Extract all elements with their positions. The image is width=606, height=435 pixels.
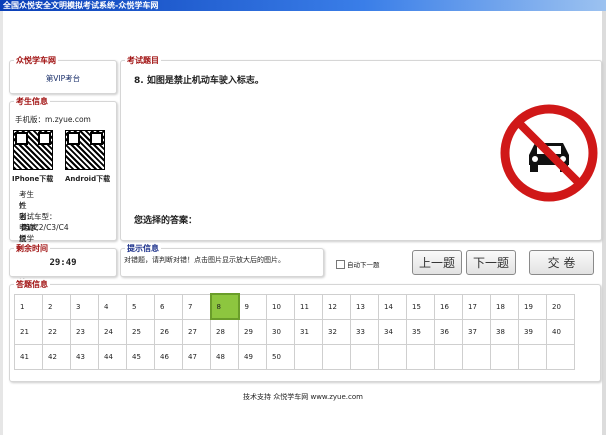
question-cell-41[interactable]: 41 [14, 343, 43, 370]
tips-legend: 提示信息 [125, 243, 161, 254]
question-cell-34[interactable]: 34 [378, 318, 407, 345]
question-cell-7[interactable]: 7 [182, 293, 211, 320]
question-cell-5[interactable]: 5 [126, 293, 155, 320]
site-legend: 众悦学车网 [14, 55, 58, 66]
question-cell-50[interactable]: 50 [266, 343, 295, 370]
android-qr-code[interactable] [65, 130, 105, 170]
window-title: 全国众悦安全文明模拟考试系统-众悦学车网 [3, 1, 159, 10]
question-cell-29[interactable]: 29 [238, 318, 267, 345]
iphone-download-label: IPhone下载 [12, 175, 54, 183]
answer-label: 您选择的答案： [134, 216, 198, 226]
next-question-button[interactable]: 下一题 [466, 250, 516, 275]
question-cell-28[interactable]: 28 [210, 318, 239, 345]
question-cell-3[interactable]: 3 [70, 293, 99, 320]
question-cell-38[interactable]: 38 [490, 318, 519, 345]
question-cell-30[interactable]: 30 [266, 318, 295, 345]
question-cell-42[interactable]: 42 [42, 343, 71, 370]
question-cell-22[interactable]: 22 [42, 318, 71, 345]
timer-legend: 剩余时间 [14, 243, 50, 254]
site-box: 众悦学车网 第VIP考台 [9, 55, 117, 94]
student-info-box: 考生信息 手机版：m.zyue.com IPhone下载 Android下载 考… [9, 96, 117, 287]
question-cell-27[interactable]: 27 [182, 318, 211, 345]
answers-legend: 答题信息 [14, 279, 50, 290]
empty-cell [434, 343, 463, 370]
question-cell-26[interactable]: 26 [154, 318, 183, 345]
empty-cell [322, 343, 351, 370]
seat-label: 第VIP考台 [45, 74, 81, 83]
question-cell-33[interactable]: 33 [350, 318, 379, 345]
answer-row: 1 2 3 4 5 6 7 8 9 10 11 12 13 14 15 16 17 18 19 20 [14, 293, 575, 320]
question-cell-36[interactable]: 36 [434, 318, 463, 345]
question-cell-6[interactable]: 6 [154, 293, 183, 320]
question-box: 考试题目 8. 如图是禁止机动车驶入标志。 您选择的答案： [120, 55, 602, 241]
answer-row: 41 42 43 44 45 46 47 48 49 50 [14, 343, 575, 370]
empty-cell [546, 343, 575, 370]
question-cell-4[interactable]: 4 [98, 293, 127, 320]
question-cell-9[interactable]: 9 [238, 293, 267, 320]
prev-question-button[interactable]: 上一题 [412, 250, 462, 275]
mobile-site: 手机版：m.zyue.com [15, 115, 91, 124]
iphone-qr-code[interactable] [13, 130, 53, 170]
question-cell-16[interactable]: 16 [434, 293, 463, 320]
question-cell-14[interactable]: 14 [378, 293, 407, 320]
question-cell-37[interactable]: 37 [462, 318, 491, 345]
question-cell-40[interactable]: 40 [546, 318, 575, 345]
question-cell-2[interactable]: 2 [42, 293, 71, 320]
question-cell-18[interactable]: 18 [490, 293, 519, 320]
remaining-time: 29:49 [49, 258, 77, 268]
question-cell-39[interactable]: 39 [518, 318, 547, 345]
window-border-left [0, 11, 3, 435]
question-cell-19[interactable]: 19 [518, 293, 547, 320]
question-cell-21[interactable]: 21 [14, 318, 43, 345]
no-motor-vehicles-sign-icon[interactable] [499, 103, 599, 203]
empty-cell [378, 343, 407, 370]
answer-row: 21 22 23 24 25 26 27 28 29 30 31 32 33 34 35 36 37 38 39 40 [14, 318, 575, 345]
footer-text: 技术支持 众悦学车网 www.zyue.com [243, 393, 363, 401]
question-cell-49[interactable]: 49 [238, 343, 267, 370]
question-cell-43[interactable]: 43 [70, 343, 99, 370]
question-cell-25[interactable]: 25 [126, 318, 155, 345]
question-cell-35[interactable]: 35 [406, 318, 435, 345]
empty-cell [406, 343, 435, 370]
timer-box: 剩余时间 29:49 [9, 243, 117, 277]
question-cell-17[interactable]: 17 [462, 293, 491, 320]
question-cell-13[interactable]: 13 [350, 293, 379, 320]
question-cell-20[interactable]: 20 [546, 293, 575, 320]
submit-exam-button[interactable]: 交 卷 [529, 250, 594, 275]
checkbox-box[interactable] [336, 259, 345, 269]
question-cell-8[interactable]: 8 [209, 293, 240, 320]
question-cell-11[interactable]: 11 [294, 293, 323, 320]
auto-next-checkbox[interactable]: 自动下一题 [336, 259, 380, 269]
empty-cell [462, 343, 491, 370]
question-cell-44[interactable]: 44 [98, 343, 127, 370]
question-text: 8. 如图是禁止机动车驶入标志。 [134, 76, 264, 86]
question-cell-23[interactable]: 23 [70, 318, 99, 345]
field-label: 考试车型： [19, 212, 57, 221]
empty-cell [518, 343, 547, 370]
window-border-right [602, 11, 606, 435]
question-cell-45[interactable]: 45 [126, 343, 155, 370]
question-cell-1[interactable]: 1 [14, 293, 43, 320]
question-cell-15[interactable]: 15 [406, 293, 435, 320]
empty-cell [350, 343, 379, 370]
question-cell-24[interactable]: 24 [98, 318, 127, 345]
question-cell-47[interactable]: 47 [182, 343, 211, 370]
empty-cell [294, 343, 323, 370]
answer-grid: 1 2 3 4 5 6 7 8 9 10 11 12 13 14 15 16 17 18 19 20 21 22 23 24 2… [14, 293, 575, 370]
empty-cell [490, 343, 519, 370]
question-legend: 考试题目 [125, 55, 161, 66]
android-download-label: Android下载 [65, 175, 111, 183]
student-legend: 考生信息 [14, 96, 50, 107]
question-cell-32[interactable]: 32 [322, 318, 351, 345]
tips-text: 对错题，请判断对错！点击图片显示放大后的图片。 [124, 256, 285, 264]
tips-box: 提示信息 对错题，请判断对错！点击图片显示放大后的图片。 [120, 243, 324, 277]
question-cell-46[interactable]: 46 [154, 343, 183, 370]
auto-next-label: 自动下一题 [347, 261, 380, 269]
question-cell-10[interactable]: 10 [266, 293, 295, 320]
question-cell-31[interactable]: 31 [294, 318, 323, 345]
question-cell-48[interactable]: 48 [210, 343, 239, 370]
question-cell-12[interactable]: 12 [322, 293, 351, 320]
title-bar: 全国众悦安全文明模拟考试系统-众悦学车网 [0, 0, 606, 11]
